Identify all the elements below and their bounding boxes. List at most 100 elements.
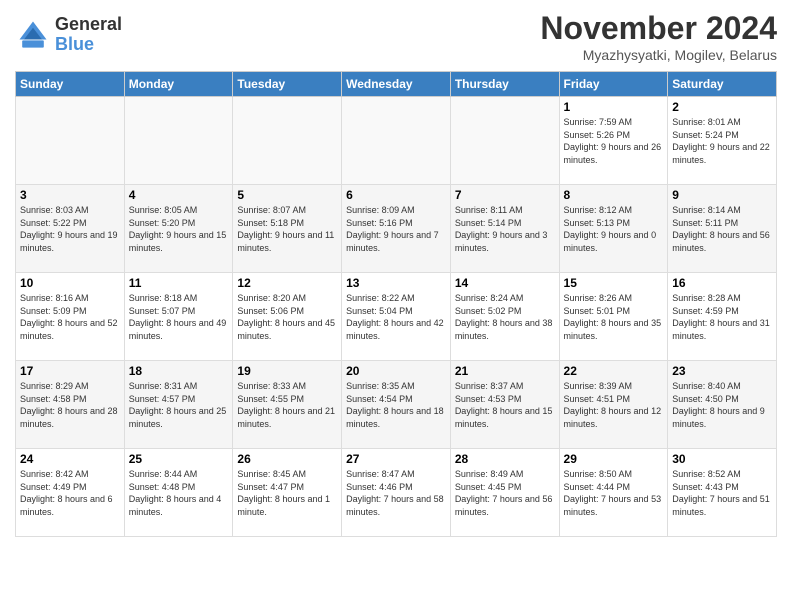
day-info-2-6: Sunrise: 8:28 AMSunset: 4:59 PMDaylight:… [672,292,772,342]
cell-2-3: 13Sunrise: 8:22 AMSunset: 5:04 PMDayligh… [342,273,451,361]
logo-blue: Blue [55,35,122,55]
day-info-1-4: Sunrise: 8:11 AMSunset: 5:14 PMDaylight:… [455,204,555,254]
day-num-3-1: 18 [129,364,229,378]
day-info-4-6: Sunrise: 8:52 AMSunset: 4:43 PMDaylight:… [672,468,772,518]
cell-2-5: 15 Sunrise: 8:26 AMSunset: 5:01 PMDayligh… [559,273,668,361]
cell-3-6: 23 Sunrise: 8:40 AMSunset: 4:50 PMDayligh… [668,361,777,449]
month-title: November 2024 [540,10,777,47]
cell-4-6: 30 Sunrise: 8:52 AMSunset: 4:43 PMDayligh… [668,449,777,537]
day-num-3-3: 20 [346,364,446,378]
cell-4-3: 27 Sunrise: 8:47 AMSunset: 4:46 PMDayligh… [342,449,451,537]
day-info-2-4: Sunrise: 8:24 AMSunset: 5:02 PMDaylight:… [455,292,555,342]
day-num-4-5: 29 [564,452,664,466]
cell-2-4: 14 Sunrise: 8:24 AMSunset: 5:02 PMDayligh… [450,273,559,361]
day-num-4-4: 28 [455,452,555,466]
day-num-2-4: 14 [455,276,555,290]
logo: General Blue [15,15,122,55]
day-info-2-1: Sunrise: 8:18 AMSunset: 5:07 PMDaylight:… [129,292,229,342]
day-num-0-5: 1 [564,100,664,114]
day-info-1-2: Sunrise: 8:07 AMSunset: 5:18 PMDaylight:… [237,204,337,254]
day-num-2-3: 13 [346,276,446,290]
day-num-3-6: 23 [672,364,772,378]
title-block: November 2024 Myazhysyatki, Mogilev, Bel… [540,10,777,63]
header: General Blue November 2024 Myazhysyatki,… [15,10,777,63]
day-info-4-3: Sunrise: 8:47 AMSunset: 4:46 PMDaylight:… [346,468,446,518]
day-num-1-0: 3 [20,188,120,202]
day-info-1-0: Sunrise: 8:03 AMSunset: 5:22 PMDaylight:… [20,204,120,254]
col-sunday: Sunday [16,72,125,97]
day-num-3-5: 22 [564,364,664,378]
col-saturday: Saturday [668,72,777,97]
cell-4-5: 29 Sunrise: 8:50 AMSunset: 4:44 PMDayligh… [559,449,668,537]
day-num-2-0: 10 [20,276,120,290]
day-num-2-2: 12 [237,276,337,290]
day-info-4-0: Sunrise: 8:42 AMSunset: 4:49 PMDaylight:… [20,468,120,518]
cell-0-6: 2 Sunrise: 8:01 AMSunset: 5:24 PMDaylight… [668,97,777,185]
cell-1-2: 5 Sunrise: 8:07 AMSunset: 5:18 PMDaylight… [233,185,342,273]
day-info-3-1: Sunrise: 8:31 AMSunset: 4:57 PMDaylight:… [129,380,229,430]
cell-4-4: 28 Sunrise: 8:49 AMSunset: 4:45 PMDayligh… [450,449,559,537]
cell-4-1: 25Sunrise: 8:44 AMSunset: 4:48 PMDayligh… [124,449,233,537]
cell-0-3 [342,97,451,185]
day-num-2-5: 15 [564,276,664,290]
day-num-1-6: 9 [672,188,772,202]
day-info-2-5: Sunrise: 8:26 AMSunset: 5:01 PMDaylight:… [564,292,664,342]
cell-2-6: 16Sunrise: 8:28 AMSunset: 4:59 PMDayligh… [668,273,777,361]
cell-0-4 [450,97,559,185]
cell-3-4: 21 Sunrise: 8:37 AMSunset: 4:53 PMDayligh… [450,361,559,449]
main-container: General Blue November 2024 Myazhysyatki,… [0,0,792,547]
cell-0-2 [233,97,342,185]
day-num-4-1: 25 [129,452,229,466]
day-num-1-2: 5 [237,188,337,202]
day-info-3-3: Sunrise: 8:35 AMSunset: 4:54 PMDaylight:… [346,380,446,430]
cell-3-0: 17 Sunrise: 8:29 AMSunset: 4:58 PMDayligh… [16,361,125,449]
logo-text: General Blue [55,15,122,55]
cell-0-5: 1Sunrise: 7:59 AMSunset: 5:26 PMDaylight… [559,97,668,185]
cell-1-3: 6 Sunrise: 8:09 AMSunset: 5:16 PMDaylight… [342,185,451,273]
day-info-3-0: Sunrise: 8:29 AMSunset: 4:58 PMDaylight:… [20,380,120,430]
day-num-1-5: 8 [564,188,664,202]
cell-1-4: 7Sunrise: 8:11 AMSunset: 5:14 PMDaylight… [450,185,559,273]
day-info-1-3: Sunrise: 8:09 AMSunset: 5:16 PMDaylight:… [346,204,446,254]
cell-1-0: 3 Sunrise: 8:03 AMSunset: 5:22 PMDaylight… [16,185,125,273]
header-row: Sunday Monday Tuesday Wednesday Thursday… [16,72,777,97]
day-num-4-6: 30 [672,452,772,466]
day-num-0-6: 2 [672,100,772,114]
day-info-2-0: Sunrise: 8:16 AMSunset: 5:09 PMDaylight:… [20,292,120,342]
cell-2-2: 12 Sunrise: 8:20 AMSunset: 5:06 PMDayligh… [233,273,342,361]
cell-3-5: 22Sunrise: 8:39 AMSunset: 4:51 PMDayligh… [559,361,668,449]
cell-2-0: 10 Sunrise: 8:16 AMSunset: 5:09 PMDayligh… [16,273,125,361]
calendar-table: Sunday Monday Tuesday Wednesday Thursday… [15,71,777,537]
day-info-0-6: Sunrise: 8:01 AMSunset: 5:24 PMDaylight:… [672,116,772,166]
day-info-3-4: Sunrise: 8:37 AMSunset: 4:53 PMDaylight:… [455,380,555,430]
week-row-2: 10 Sunrise: 8:16 AMSunset: 5:09 PMDayligh… [16,273,777,361]
logo-icon [15,17,51,53]
day-info-4-4: Sunrise: 8:49 AMSunset: 4:45 PMDaylight:… [455,468,555,518]
day-num-1-3: 6 [346,188,446,202]
cell-1-5: 8 Sunrise: 8:12 AMSunset: 5:13 PMDaylight… [559,185,668,273]
cell-0-1 [124,97,233,185]
cell-0-0 [16,97,125,185]
col-thursday: Thursday [450,72,559,97]
day-num-4-3: 27 [346,452,446,466]
cell-1-6: 9Sunrise: 8:14 AMSunset: 5:11 PMDaylight… [668,185,777,273]
day-info-1-5: Sunrise: 8:12 AMSunset: 5:13 PMDaylight:… [564,204,664,254]
day-num-3-4: 21 [455,364,555,378]
day-info-3-2: Sunrise: 8:33 AMSunset: 4:55 PMDaylight:… [237,380,337,430]
week-row-4: 24 Sunrise: 8:42 AMSunset: 4:49 PMDayligh… [16,449,777,537]
day-info-4-5: Sunrise: 8:50 AMSunset: 4:44 PMDaylight:… [564,468,664,518]
day-info-1-1: Sunrise: 8:05 AMSunset: 5:20 PMDaylight:… [129,204,229,254]
day-num-4-0: 24 [20,452,120,466]
cell-3-3: 20 Sunrise: 8:35 AMSunset: 4:54 PMDayligh… [342,361,451,449]
col-wednesday: Wednesday [342,72,451,97]
col-friday: Friday [559,72,668,97]
week-row-1: 3 Sunrise: 8:03 AMSunset: 5:22 PMDaylight… [16,185,777,273]
day-info-2-2: Sunrise: 8:20 AMSunset: 5:06 PMDaylight:… [237,292,337,342]
day-num-3-2: 19 [237,364,337,378]
cell-3-2: 19 Sunrise: 8:33 AMSunset: 4:55 PMDayligh… [233,361,342,449]
day-info-4-2: Sunrise: 8:45 AMSunset: 4:47 PMDaylight:… [237,468,337,518]
day-num-3-0: 17 [20,364,120,378]
week-row-0: 1Sunrise: 7:59 AMSunset: 5:26 PMDaylight… [16,97,777,185]
day-num-4-2: 26 [237,452,337,466]
day-info-3-6: Sunrise: 8:40 AMSunset: 4:50 PMDaylight:… [672,380,772,430]
